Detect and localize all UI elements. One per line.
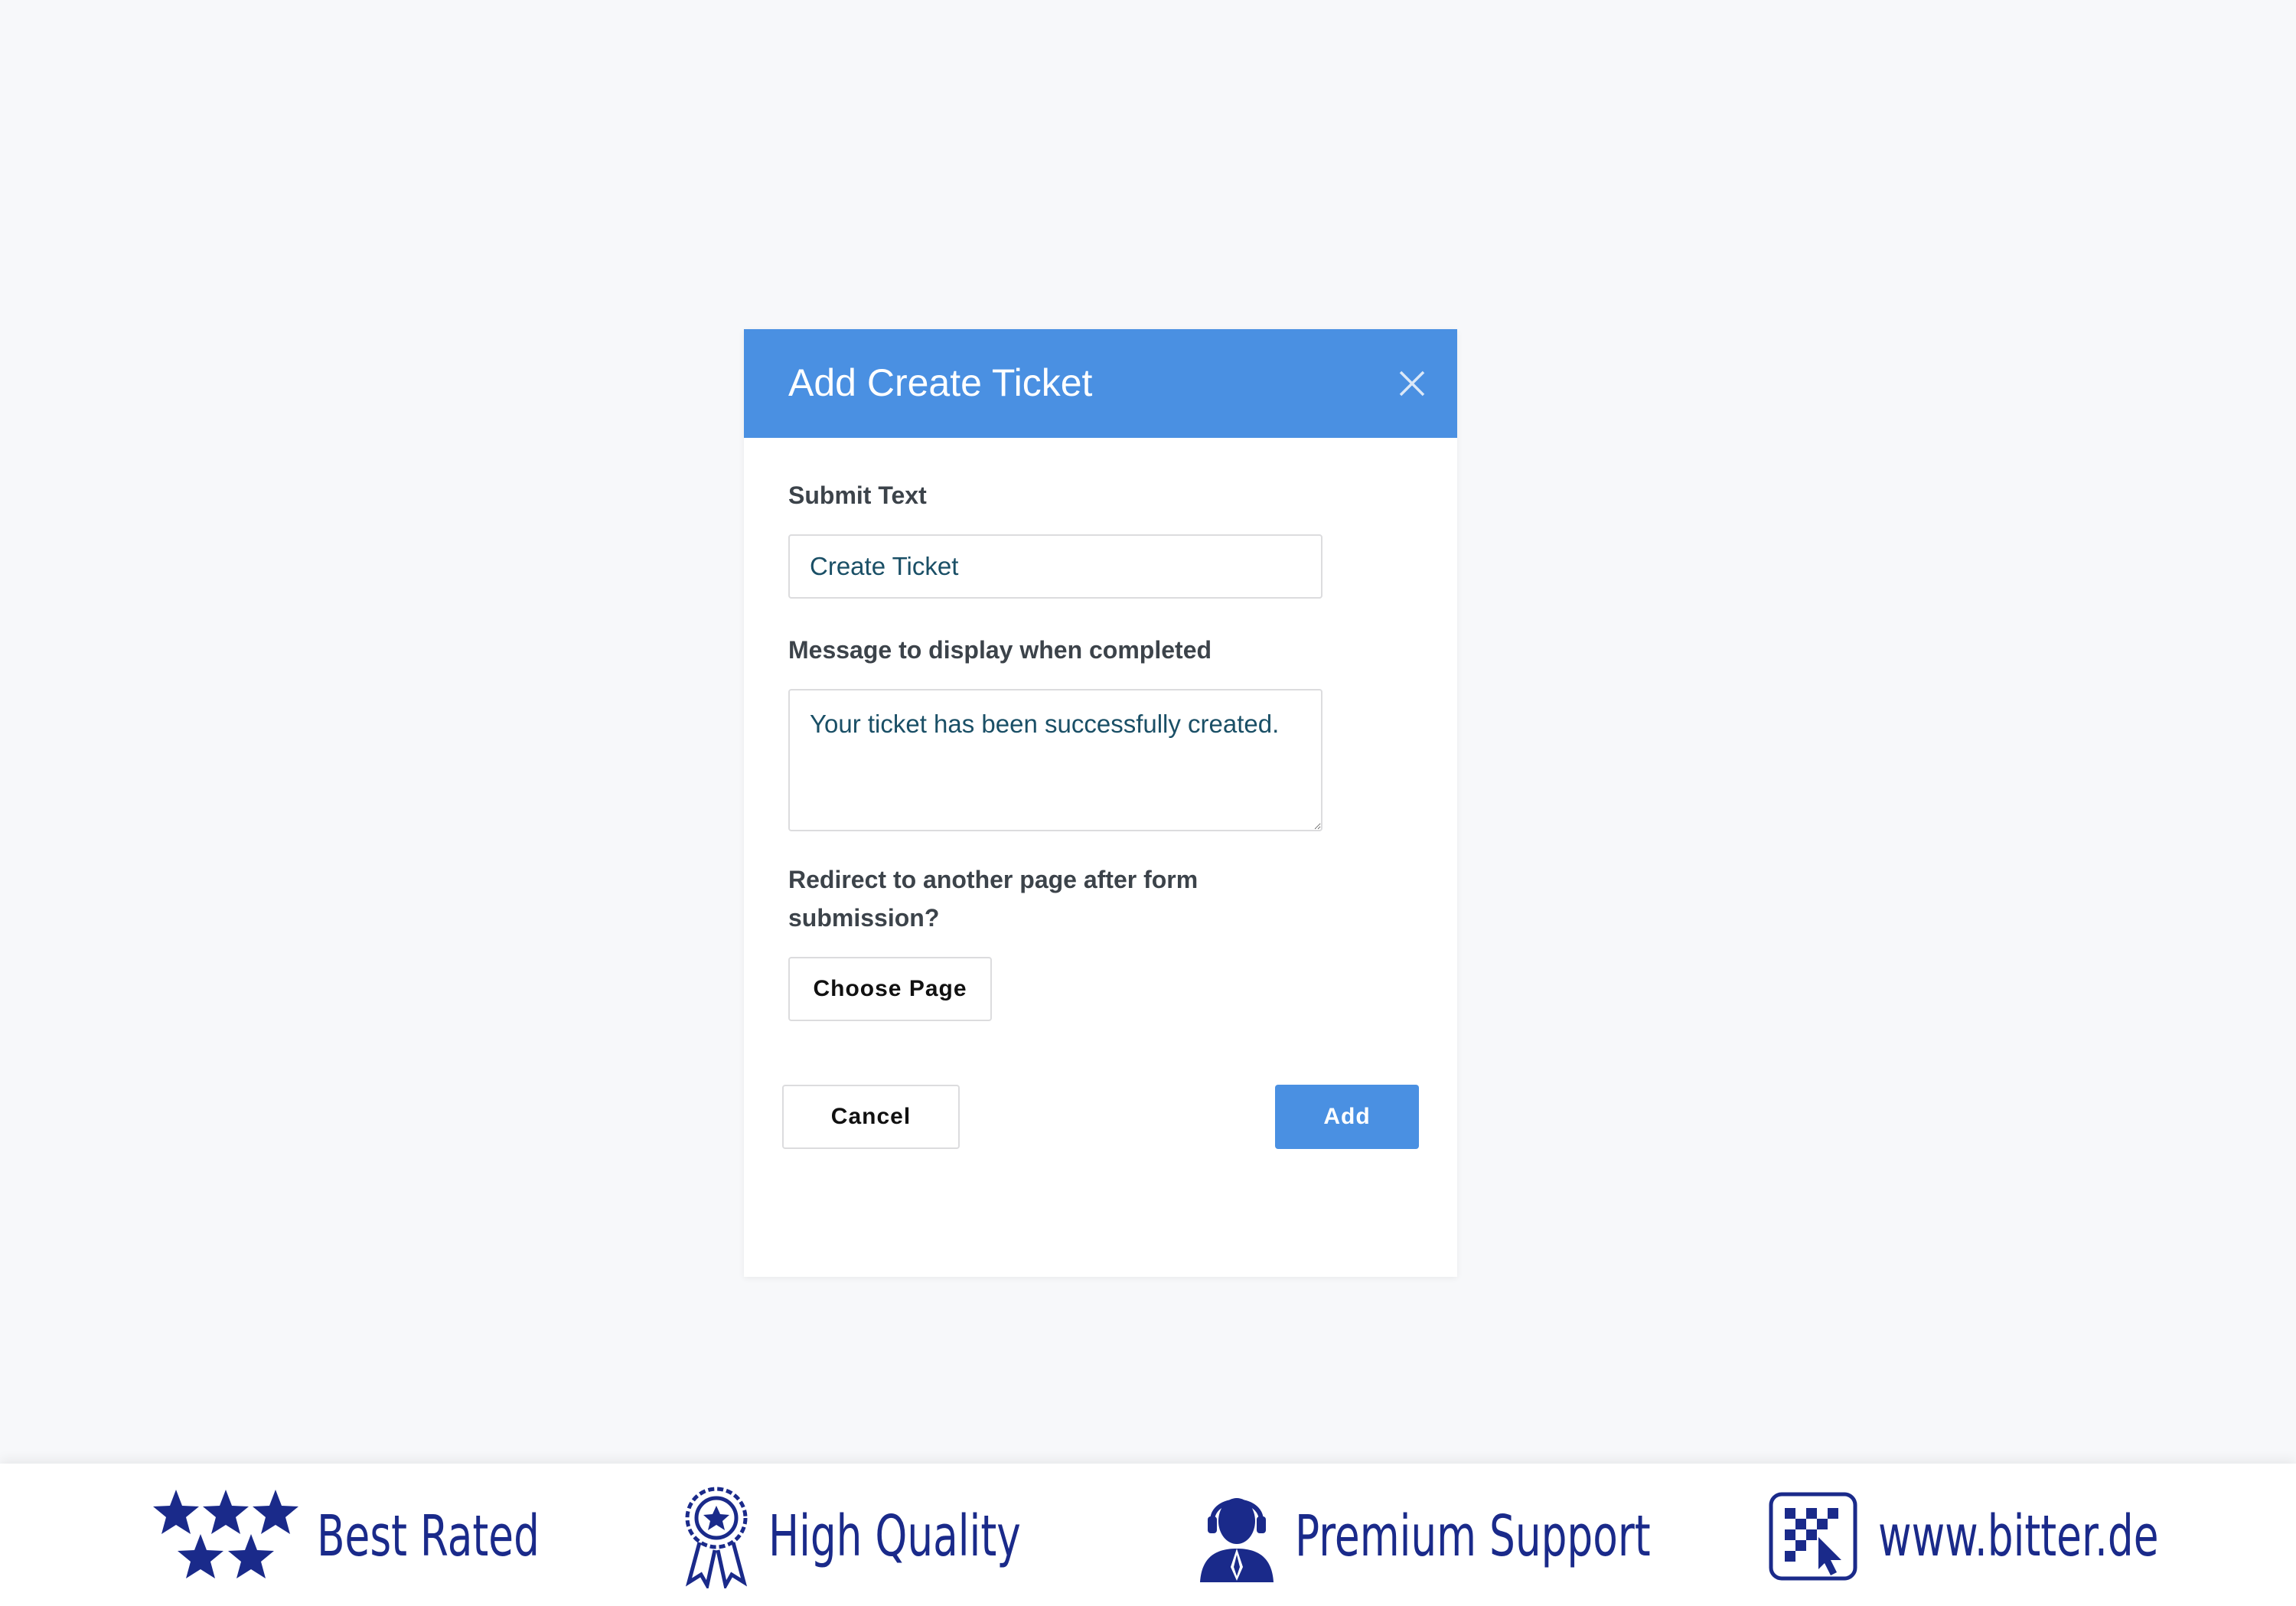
badge-best-rated: Best Rated <box>152 1487 626 1586</box>
page-background: Add Create Ticket Submit Text Message to… <box>0 0 2296 1606</box>
redirect-label-line2: submission? <box>788 904 940 932</box>
add-create-ticket-modal: Add Create Ticket Submit Text Message to… <box>744 329 1457 1277</box>
badge-label-high-quality: High Quality <box>768 1503 1021 1569</box>
award-ribbon-icon <box>685 1487 748 1588</box>
badge-premium-support: Premium Support <box>1194 1487 1789 1586</box>
submit-text-input[interactable] <box>788 534 1322 599</box>
badge-bitter-website: www.bitter.de <box>1768 1487 2268 1586</box>
add-button[interactable]: Add <box>1275 1085 1419 1149</box>
redirect-label-line1: Redirect to another page after form <box>788 866 1199 893</box>
cancel-button[interactable]: Cancel <box>782 1085 960 1149</box>
stars-icon <box>153 1490 298 1578</box>
bitter-logo-icon <box>1769 1492 1857 1581</box>
submit-text-label: Submit Text <box>788 481 927 509</box>
completion-message-label: Message to display when completed <box>788 636 1212 664</box>
badge-label-premium-support: Premium Support <box>1295 1503 1651 1569</box>
close-button[interactable] <box>1393 364 1431 403</box>
choose-page-button[interactable]: Choose Page <box>788 957 992 1021</box>
badge-high-quality: High Quality <box>680 1487 1119 1588</box>
close-icon <box>1399 370 1425 397</box>
footer-banner: Best Rated High Quality Premium Support … <box>0 1464 2296 1606</box>
modal-header: Add Create Ticket <box>744 329 1457 438</box>
support-agent-icon <box>1200 1498 1274 1582</box>
completion-message-textarea[interactable]: Your ticket has been successfully create… <box>788 689 1322 831</box>
badge-label-bitter-website: www.bitter.de <box>1878 1503 2159 1569</box>
modal-title: Add Create Ticket <box>788 361 1093 404</box>
badge-label-best-rated: Best Rated <box>317 1503 540 1569</box>
